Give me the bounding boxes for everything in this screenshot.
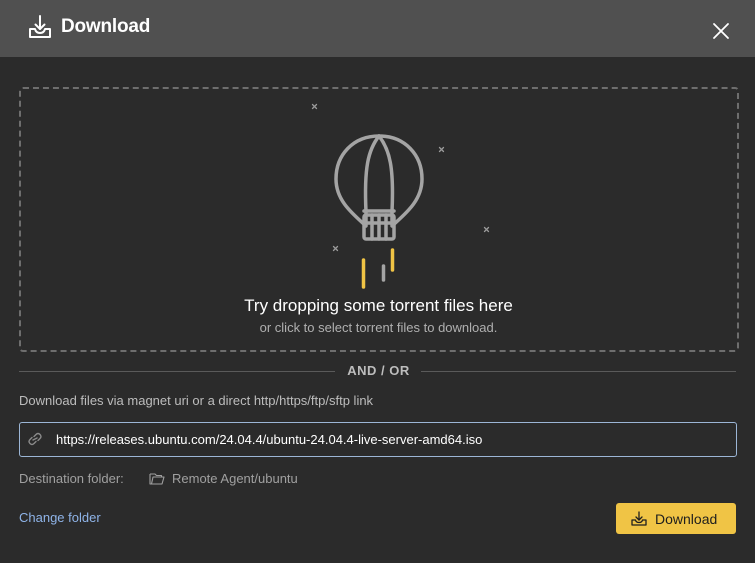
url-instructions: Download files via magnet uri or a direc… bbox=[19, 393, 374, 408]
download-tray-icon bbox=[29, 15, 51, 38]
change-folder-link[interactable]: Change folder bbox=[19, 510, 101, 525]
dialog-header: Download bbox=[0, 0, 755, 57]
divider-line-right bbox=[421, 371, 736, 372]
dropzone-title: Try dropping some torrent files here bbox=[244, 296, 513, 315]
url-input[interactable] bbox=[56, 423, 726, 456]
dropzone-subtitle: or click to select torrent files to down… bbox=[259, 320, 498, 335]
folder-icon bbox=[149, 473, 165, 485]
link-icon bbox=[28, 432, 42, 446]
download-dialog: Download Try dropping some torrent files… bbox=[0, 0, 755, 563]
download-icon bbox=[631, 511, 647, 526]
destination-label: Destination folder: bbox=[19, 471, 124, 486]
url-field[interactable] bbox=[19, 422, 737, 457]
dialog-title: Download bbox=[61, 16, 151, 37]
destination-path: Remote Agent/ubuntu bbox=[172, 471, 298, 486]
download-button[interactable]: Download bbox=[616, 503, 736, 534]
close-icon[interactable] bbox=[710, 20, 732, 42]
download-button-label: Download bbox=[655, 511, 718, 527]
